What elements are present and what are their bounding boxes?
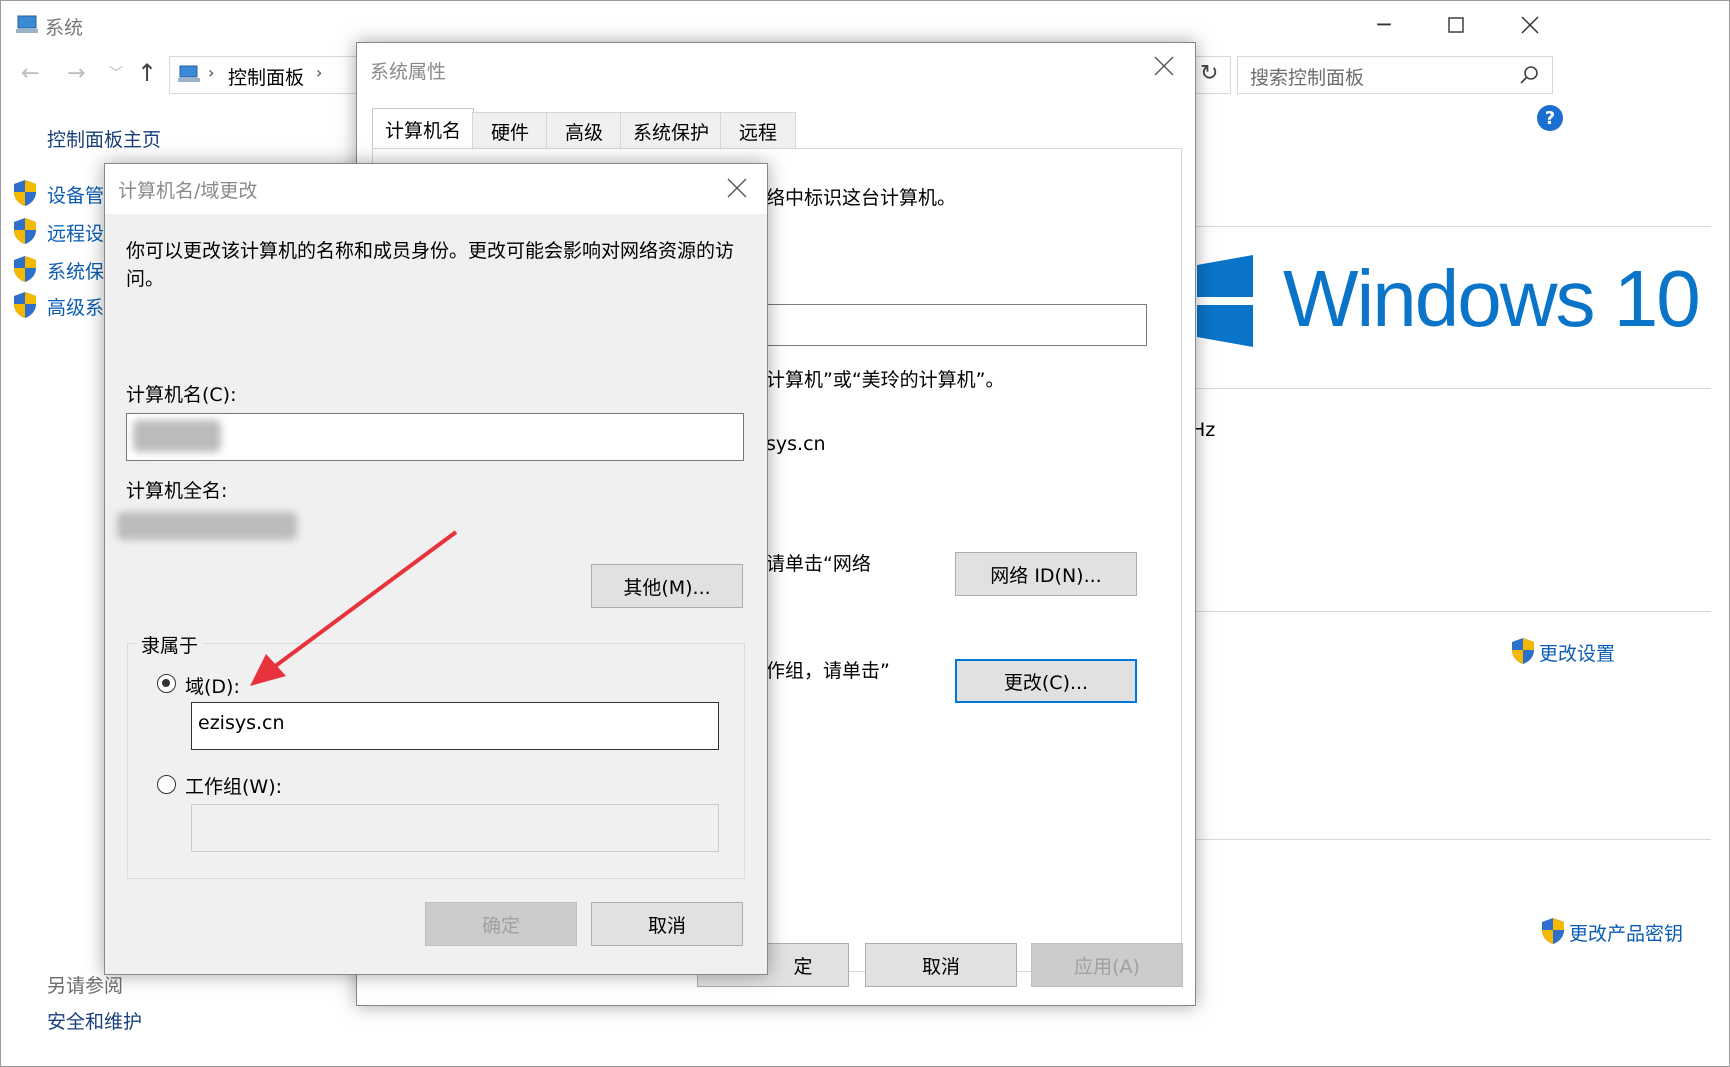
annotation-arrow <box>250 530 458 686</box>
